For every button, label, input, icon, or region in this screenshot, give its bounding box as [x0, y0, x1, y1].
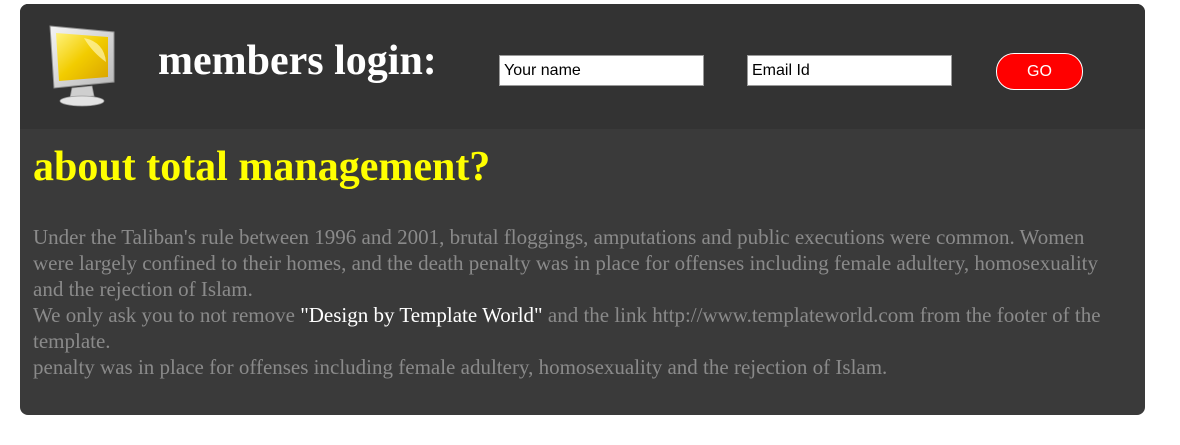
members-login-title: members login: [158, 38, 437, 84]
paragraph-1: Under the Taliban's rule between 1996 an… [33, 225, 1099, 301]
body-text: Under the Taliban's rule between 1996 an… [33, 224, 1128, 380]
paragraph-2-before: We only ask you to not remove [33, 303, 301, 327]
paragraph-3: penalty was in place for offenses includ… [33, 355, 888, 379]
go-button[interactable]: GO [996, 53, 1083, 90]
section-heading: about total management? [33, 144, 491, 190]
login-header: members login: GO [20, 4, 1145, 129]
monitor-icon [49, 25, 115, 107]
name-input[interactable] [499, 55, 704, 86]
content-panel: members login: GO about total management… [20, 4, 1145, 415]
template-world-credit: "Design by Template World" [300, 303, 543, 327]
email-input[interactable] [747, 55, 952, 86]
